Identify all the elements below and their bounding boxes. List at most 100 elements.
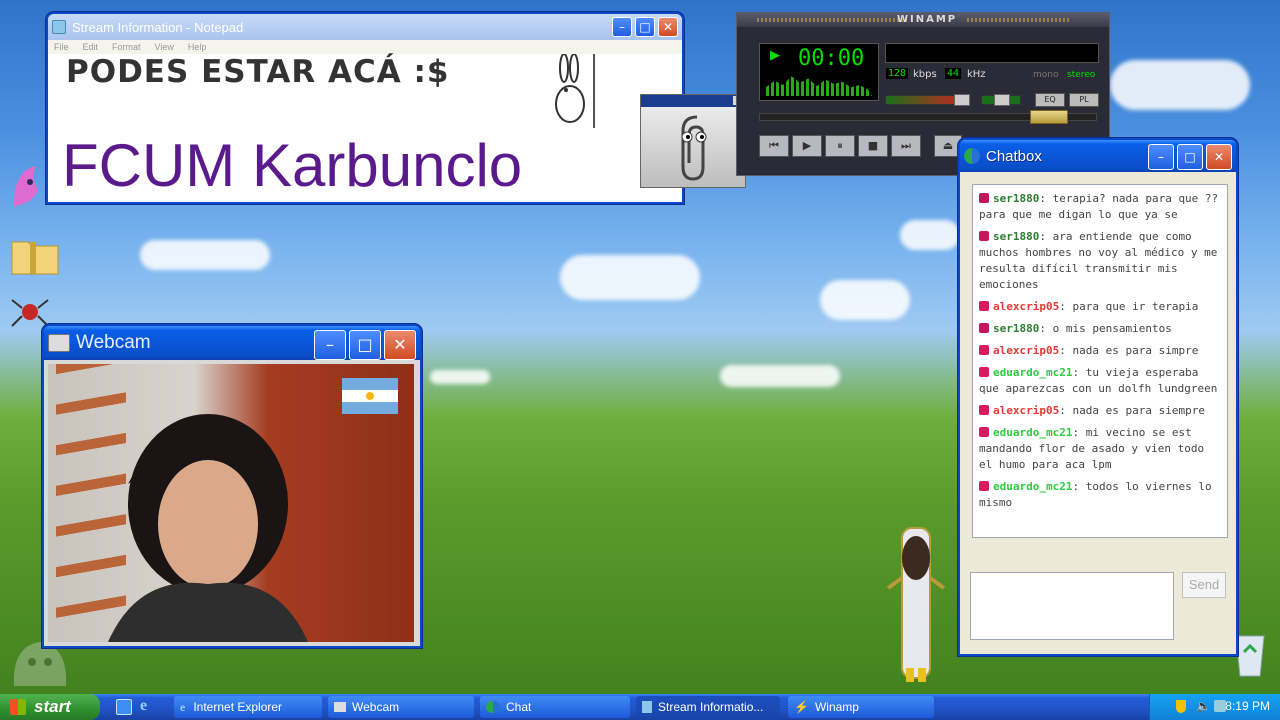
volume-slider[interactable]	[885, 94, 971, 106]
chatbox-title: Chatbox	[986, 147, 1042, 165]
menu-file[interactable]: File	[54, 42, 69, 52]
ie-icon: e	[180, 699, 186, 714]
webcam-window-controls: – □ ✕	[314, 330, 416, 360]
next-button[interactable]: ⏭	[891, 135, 921, 157]
maximize-button[interactable]: □	[349, 330, 381, 360]
taskbar-button-label: Winamp	[814, 700, 859, 714]
user-icon	[979, 481, 989, 491]
user-icon	[979, 323, 989, 333]
seek-thumb[interactable]	[1030, 110, 1068, 124]
menu-help[interactable]: Help	[188, 42, 207, 52]
minimize-button[interactable]: –	[1148, 144, 1174, 170]
menu-view[interactable]: View	[155, 42, 174, 52]
chat-user[interactable]: alexcrip05	[993, 404, 1059, 417]
volume-icon[interactable]: 🔈	[1196, 699, 1211, 713]
taskbar-button-chat[interactable]: Chat	[480, 696, 630, 718]
notepad-line-2: FCUM Karbunclo	[62, 132, 523, 199]
pause-button[interactable]: ⏸	[825, 135, 855, 157]
cloud	[140, 240, 270, 270]
internet-explorer-quicklaunch-icon[interactable]: e	[140, 697, 147, 715]
start-button[interactable]: start	[0, 694, 100, 720]
chat-user[interactable]: eduardo_mc21	[993, 426, 1072, 439]
clippy-paperclip-icon	[681, 115, 707, 181]
winamp-spectrum	[766, 76, 872, 96]
chat-input[interactable]	[970, 572, 1174, 640]
balance-slider[interactable]	[981, 94, 1021, 106]
notepad-line-1: PODES ESTAR ACÁ :$	[66, 54, 450, 90]
show-desktop-icon[interactable]	[116, 699, 132, 715]
close-button[interactable]: ✕	[384, 330, 416, 360]
chat-text: nada es para siempre	[1072, 404, 1205, 417]
transport-controls: ⏮ ▶ ⏸ ■ ⏭ ⏏	[759, 135, 962, 157]
taskbar-button-label: Stream Informatio...	[658, 700, 764, 714]
webcam-titlebar[interactable]: Webcam – □ ✕	[44, 326, 420, 360]
windows-logo-icon	[10, 699, 26, 715]
winamp-title-stripes	[757, 18, 909, 22]
cloud	[430, 370, 490, 384]
menu-format[interactable]: Format	[112, 42, 141, 52]
close-button[interactable]: ✕	[1206, 144, 1232, 170]
winamp-titlebar[interactable]: WINAMP	[737, 13, 1109, 27]
menu-edit[interactable]: Edit	[83, 42, 99, 52]
taskbar-button-label: Webcam	[352, 700, 400, 714]
chat-user[interactable]: ser1880	[993, 322, 1039, 335]
taskbar-button-webcam[interactable]: Webcam	[328, 696, 474, 718]
winamp-song-title-display	[885, 43, 1099, 63]
network-icon[interactable]	[1214, 700, 1226, 712]
minimize-button[interactable]: –	[612, 17, 632, 37]
clippy-titlebar[interactable]: ✕	[641, 95, 745, 107]
cloud	[560, 255, 700, 300]
webcam-icon	[48, 334, 70, 352]
user-icon	[979, 427, 989, 437]
dancing-character-sticker	[880, 518, 952, 686]
taskbar-button-winamp[interactable]: ⚡ Winamp	[788, 696, 934, 718]
chat-user[interactable]: ser1880	[993, 230, 1039, 243]
chat-message: ser1880: terapia? nada para que ?? para …	[979, 192, 1219, 221]
close-button[interactable]: ✕	[658, 17, 678, 37]
chat-user[interactable]: alexcrip05	[993, 300, 1059, 313]
minimize-button[interactable]: –	[314, 330, 346, 360]
user-icon	[979, 405, 989, 415]
desktop-icon-unicorn[interactable]	[6, 160, 46, 216]
balance-thumb[interactable]	[994, 94, 1010, 106]
volume-thumb[interactable]	[954, 94, 970, 106]
send-button[interactable]: Send	[1182, 572, 1226, 598]
taskbar-button-internet-explorer[interactable]: e Internet Explorer	[174, 696, 322, 718]
maximize-button[interactable]: □	[635, 17, 655, 37]
user-icon	[979, 345, 989, 355]
msn-buddy-icon	[486, 701, 500, 713]
maximize-button[interactable]: □	[1177, 144, 1203, 170]
stop-button[interactable]: ■	[858, 135, 888, 157]
dancing-character-icon	[886, 527, 946, 682]
notepad-titlebar[interactable]: Stream Information - Notepad – □ ✕	[48, 14, 682, 40]
winamp-display: ▶ 00:00	[759, 43, 879, 101]
seek-bar[interactable]	[759, 110, 1097, 124]
chatbox-titlebar[interactable]: Chatbox – □ ✕	[960, 140, 1236, 172]
notepad-window[interactable]: Stream Information - Notepad – □ ✕ File …	[46, 12, 684, 204]
user-icon	[979, 231, 989, 241]
play-button[interactable]: ▶	[792, 135, 822, 157]
cloud	[900, 220, 960, 250]
chat-user[interactable]: ser1880	[993, 192, 1039, 205]
previous-button[interactable]: ⏮	[759, 135, 789, 157]
taskbar-button-label: Chat	[506, 700, 532, 714]
webcam-video-feed	[48, 364, 414, 642]
chat-text: o mis pensamientos	[1052, 322, 1172, 335]
pl-toggle[interactable]: PL	[1069, 93, 1099, 107]
webcam-window[interactable]: Webcam – □ ✕	[42, 324, 422, 648]
clock[interactable]: 8:19 PM	[1225, 699, 1270, 713]
chat-user[interactable]: alexcrip05	[993, 344, 1059, 357]
chat-user[interactable]: eduardo_mc21	[993, 480, 1072, 493]
security-shield-icon[interactable]	[1176, 700, 1186, 713]
taskbar-button-stream-information[interactable]: Stream Informatio...	[636, 696, 780, 718]
streamer-person	[108, 414, 308, 642]
eq-toggle[interactable]: EQ	[1035, 93, 1065, 107]
taskbar: start e e Internet Explorer Webcam Chat …	[0, 694, 1280, 720]
winamp-brand: WINAMP	[897, 14, 958, 25]
play-indicator-icon: ▶	[770, 48, 780, 63]
desktop-icon-zip-folder[interactable]	[10, 236, 60, 276]
clippy-window[interactable]: ✕	[640, 94, 746, 188]
chatbox-window[interactable]: Chatbox – □ ✕ ser1880: terapia? nada par…	[958, 138, 1238, 656]
webcam-title: Webcam	[76, 332, 151, 353]
chat-user[interactable]: eduardo_mc21	[993, 366, 1072, 379]
